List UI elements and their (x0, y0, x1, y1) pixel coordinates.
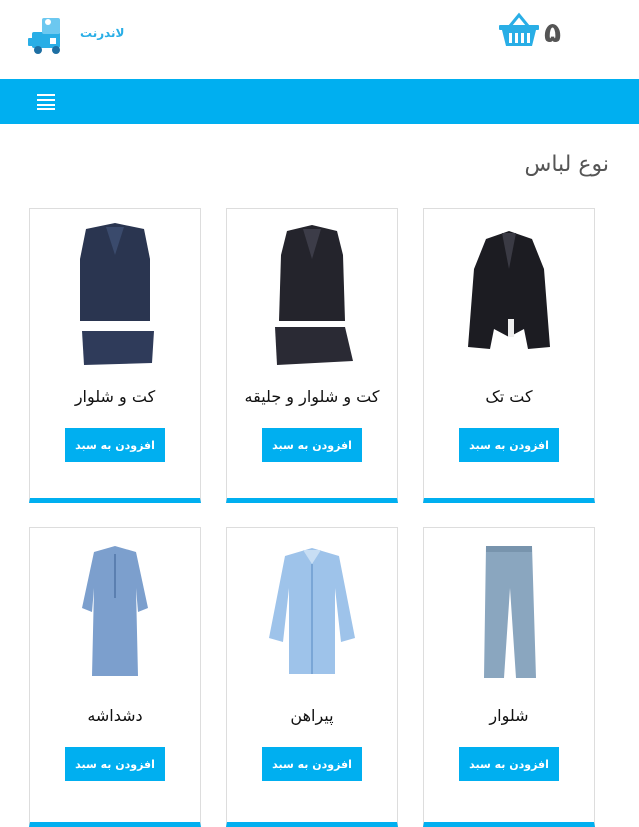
product-title: دشداشه (87, 706, 143, 725)
product-card[interactable]: دشداشه افزودن به سبد (29, 527, 201, 827)
product-card[interactable]: کت و شلوار و جلیقه افزودن به سبد (226, 208, 398, 503)
product-card[interactable]: کت و شلوار افزودن به سبد (29, 208, 201, 503)
add-to-cart-button[interactable]: افزودن به سبد (65, 747, 165, 781)
product-title: کت و شلوار (74, 387, 156, 406)
dishdasha-icon (82, 546, 148, 676)
logo-text: لاندرنت (80, 26, 125, 40)
product-card[interactable]: کت تک افزودن به سبد (423, 208, 595, 503)
product-title: شلوار (489, 706, 529, 725)
product-card[interactable]: شلوار افزودن به سبد (423, 527, 595, 827)
add-to-cart-button[interactable]: افزودن به سبد (262, 428, 362, 462)
header: لاندرنت ۵ (0, 0, 639, 79)
basket-count: ۵ (544, 16, 562, 49)
add-to-cart-button[interactable]: افزودن به سبد (459, 747, 559, 781)
suit-icon (80, 223, 154, 365)
shirt-icon (269, 548, 355, 674)
basket-icon[interactable] (498, 12, 540, 48)
product-card[interactable]: پیراهن افزودن به سبد (226, 527, 398, 827)
add-to-cart-button[interactable]: افزودن به سبد (65, 428, 165, 462)
jacket-icon (468, 231, 550, 349)
logo[interactable]: لاندرنت (28, 12, 125, 58)
trousers-icon (484, 546, 536, 678)
product-title: کت و شلوار و جلیقه (244, 387, 380, 406)
add-to-cart-button[interactable]: افزودن به سبد (459, 428, 559, 462)
product-title: کت تک (485, 387, 533, 406)
add-to-cart-button[interactable]: افزودن به سبد (262, 747, 362, 781)
page-title: نوع لباس (524, 152, 609, 177)
navbar (0, 79, 639, 124)
product-title: پیراهن (290, 706, 334, 725)
hamburger-menu-icon[interactable] (37, 94, 55, 110)
three-piece-suit-icon (275, 225, 353, 365)
